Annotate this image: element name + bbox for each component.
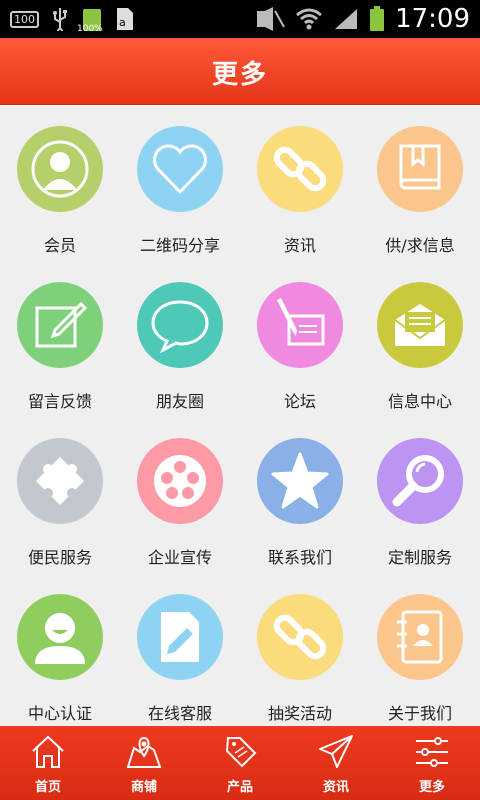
sliders-icon — [416, 737, 448, 767]
grid-item-label: 联系我们 — [267, 548, 332, 567]
nav-item-products[interactable]: 产品 — [192, 726, 288, 800]
notification-badge: 100 — [10, 10, 39, 28]
grid-item-forum[interactable]: 论坛 — [240, 260, 360, 416]
grid-item-convenience[interactable]: 便民服务 — [0, 416, 120, 572]
link-icon — [257, 126, 343, 212]
nav-label: 首页 — [34, 780, 61, 795]
bottom-nav: 首页 商铺 产品 资讯 更多 — [0, 726, 480, 800]
grid-item-feedback[interactable]: 留言反馈 — [0, 260, 120, 416]
wifi-icon — [296, 8, 323, 30]
grid-item-custom-service[interactable]: 定制服务 — [360, 416, 480, 572]
heart-icon — [137, 126, 223, 212]
grid-item-label: 企业宣传 — [147, 548, 212, 567]
grid-item-label: 留言反馈 — [27, 392, 92, 411]
magnifier-icon — [377, 438, 463, 524]
store-map-icon — [126, 736, 162, 768]
nav-label: 产品 — [226, 780, 253, 795]
page-title: 更多 — [211, 60, 268, 90]
grid-item-label: 定制服务 — [387, 548, 452, 567]
grid-item-promotion[interactable]: 企业宣传 — [120, 416, 240, 572]
link-icon — [257, 594, 343, 680]
battery-small-label: 100% — [77, 24, 103, 34]
grid-item-news[interactable]: 资讯 — [240, 104, 360, 260]
contact-book-icon — [377, 594, 463, 680]
user-smile-icon — [17, 594, 103, 680]
battery-icon — [370, 6, 385, 31]
usb-icon — [53, 8, 67, 31]
grid-item-contact[interactable]: 联系我们 — [240, 416, 360, 572]
grid-item-label: 论坛 — [283, 392, 316, 411]
signal-icon — [335, 9, 358, 29]
app-header: 更多 — [0, 38, 480, 105]
chat-bubble-icon — [137, 282, 223, 368]
pen-paper-icon — [257, 282, 343, 368]
sale-tag-icon — [225, 737, 257, 768]
grid-item-label: 二维码分享 — [139, 236, 220, 255]
home-icon — [32, 735, 64, 768]
document-pen-icon — [137, 594, 223, 680]
grid-item-member[interactable]: 会员 — [0, 104, 120, 260]
grid-item-label: 朋友圈 — [155, 392, 204, 411]
status-left: 100 100% a — [10, 6, 135, 34]
film-reel-icon — [137, 438, 223, 524]
envelope-icon — [377, 282, 463, 368]
nav-label: 资讯 — [322, 780, 349, 795]
grid-item-lottery[interactable]: 抽奖活动 — [240, 572, 360, 726]
battery-small-icon: 100% — [77, 6, 103, 34]
grid-item-label: 资讯 — [283, 236, 316, 255]
grid-item-about-us[interactable]: 关于我们 — [360, 572, 480, 726]
puzzle-icon — [17, 438, 103, 524]
paper-plane-icon — [319, 735, 353, 768]
mute-icon — [257, 7, 285, 31]
book-icon — [377, 126, 463, 212]
nav-item-news[interactable]: 资讯 — [288, 726, 384, 800]
feature-grid: 会员 二维码分享 资讯 供/求信息 留言反馈 朋友圈 论坛 信息中心 便民服务 … — [0, 104, 480, 726]
grid-item-label: 中心认证 — [27, 704, 92, 723]
edit-icon — [17, 282, 103, 368]
svg-text:a: a — [119, 16, 126, 29]
grid-item-label: 便民服务 — [27, 548, 92, 567]
member-icon — [17, 126, 103, 212]
grid-item-moments[interactable]: 朋友圈 — [120, 260, 240, 416]
grid-item-label: 抽奖活动 — [267, 704, 332, 723]
grid-item-label: 信息中心 — [387, 392, 452, 411]
grid-item-label: 供/求信息 — [385, 236, 455, 255]
grid-item-certification[interactable]: 中心认证 — [0, 572, 120, 726]
grid-item-qr-share[interactable]: 二维码分享 — [120, 104, 240, 260]
grid-item-label: 关于我们 — [387, 704, 452, 723]
grid-item-label: 会员 — [43, 236, 76, 255]
star-icon — [257, 438, 343, 524]
nav-label: 商铺 — [130, 780, 157, 795]
status-right: 17:09 — [255, 4, 470, 34]
grid-item-label: 在线客服 — [147, 704, 212, 723]
nav-item-home[interactable]: 首页 — [0, 726, 96, 800]
status-bar: 100 100% a 17:09 — [0, 0, 480, 38]
nav-item-stores[interactable]: 商铺 — [96, 726, 192, 800]
grid-item-supply-demand[interactable]: 供/求信息 — [360, 104, 480, 260]
nav-label: 更多 — [418, 780, 445, 795]
grid-item-info-center[interactable]: 信息中心 — [360, 260, 480, 416]
clock: 17:09 — [395, 4, 470, 34]
nav-item-more[interactable]: 更多 — [384, 726, 480, 800]
grid-item-online-support[interactable]: 在线客服 — [120, 572, 240, 726]
sd-card-icon: a — [117, 8, 133, 30]
